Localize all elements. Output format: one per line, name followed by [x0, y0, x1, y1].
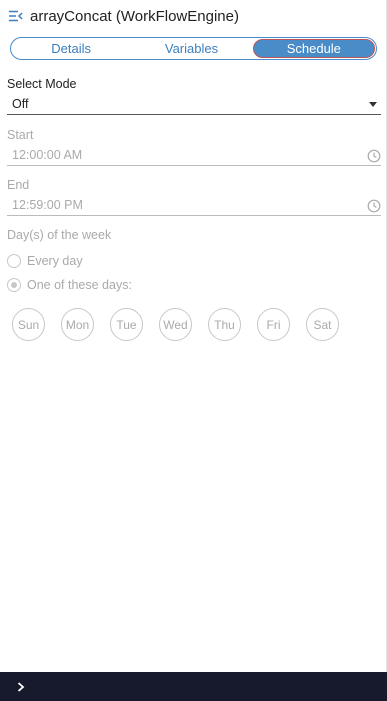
tab-details[interactable]: Details	[11, 38, 131, 59]
panel-header: arrayConcat (WorkFlowEngine)	[0, 0, 387, 34]
day-sat[interactable]: Sat	[306, 308, 339, 341]
end-time-field[interactable]: 12:59:00 PM	[7, 196, 381, 216]
tab-schedule[interactable]: Schedule	[252, 39, 375, 58]
radio-every-day-circle[interactable]	[7, 254, 21, 268]
day-thu[interactable]: Thu	[208, 308, 241, 341]
select-mode-label: Select Mode	[7, 77, 77, 91]
end-time-value: 12:59:00 PM	[12, 198, 83, 212]
dropdown-arrow-icon	[369, 102, 377, 107]
chevron-right-icon[interactable]	[16, 681, 26, 693]
day-sun[interactable]: Sun	[12, 308, 45, 341]
radio-one-of-these-days[interactable]: One of these days:	[7, 276, 132, 294]
tab-variables[interactable]: Variables	[131, 38, 251, 59]
day-mon[interactable]: Mon	[61, 308, 94, 341]
clock-icon[interactable]	[367, 149, 381, 163]
day-wed[interactable]: Wed	[159, 308, 192, 341]
select-mode-dropdown[interactable]: Off	[7, 95, 381, 115]
radio-every-day[interactable]: Every day	[7, 252, 83, 270]
select-mode-value: Off	[12, 97, 29, 111]
start-time-field[interactable]: 12:00:00 AM	[7, 146, 381, 166]
start-label: Start	[7, 128, 34, 142]
day-tue[interactable]: Tue	[110, 308, 143, 341]
end-label: End	[7, 178, 30, 192]
start-time-value: 12:00:00 AM	[12, 148, 83, 162]
day-fri[interactable]: Fri	[257, 308, 290, 341]
days-of-week-label: Day(s) of the week	[7, 228, 112, 242]
footer-bar	[0, 672, 387, 701]
panel-title: arrayConcat (WorkFlowEngine)	[30, 8, 239, 25]
panel-collapse-icon[interactable]	[9, 10, 23, 22]
radio-every-day-label: Every day	[27, 254, 83, 268]
radio-one-of-these-days-label: One of these days:	[27, 278, 132, 292]
radio-one-of-these-days-circle[interactable]	[7, 278, 21, 292]
schedule-panel: arrayConcat (WorkFlowEngine) Details Var…	[0, 0, 387, 701]
clock-icon[interactable]	[367, 199, 381, 213]
tab-bar: Details Variables Schedule	[10, 37, 377, 60]
